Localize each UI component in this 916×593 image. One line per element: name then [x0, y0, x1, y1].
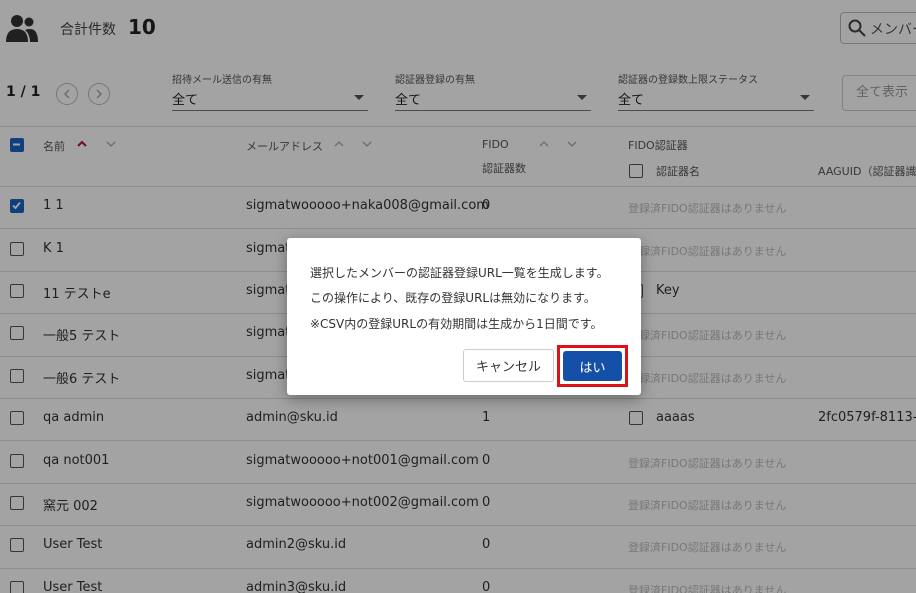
cancel-button[interactable]: キャンセル: [463, 349, 554, 382]
member-list-page: 合計件数 10 メンバー 1 / 1 招待メール送信の有無 全て 認証器登録の有…: [0, 0, 916, 593]
confirm-yes-button[interactable]: はい: [563, 351, 622, 381]
dialog-message-line-2: この操作により、既存の登録URLは無効になります。: [310, 291, 596, 305]
highlight-frame: はい: [557, 345, 628, 387]
confirm-dialog: 選択したメンバーの認証器登録URL一覧を生成します。 この操作により、既存の登録…: [287, 238, 641, 395]
dialog-message-line-3: ※CSV内の登録URLの有効期間は生成から1日間です。: [310, 317, 603, 331]
dialog-message-line-1: 選択したメンバーの認証器登録URL一覧を生成します。: [310, 266, 609, 280]
